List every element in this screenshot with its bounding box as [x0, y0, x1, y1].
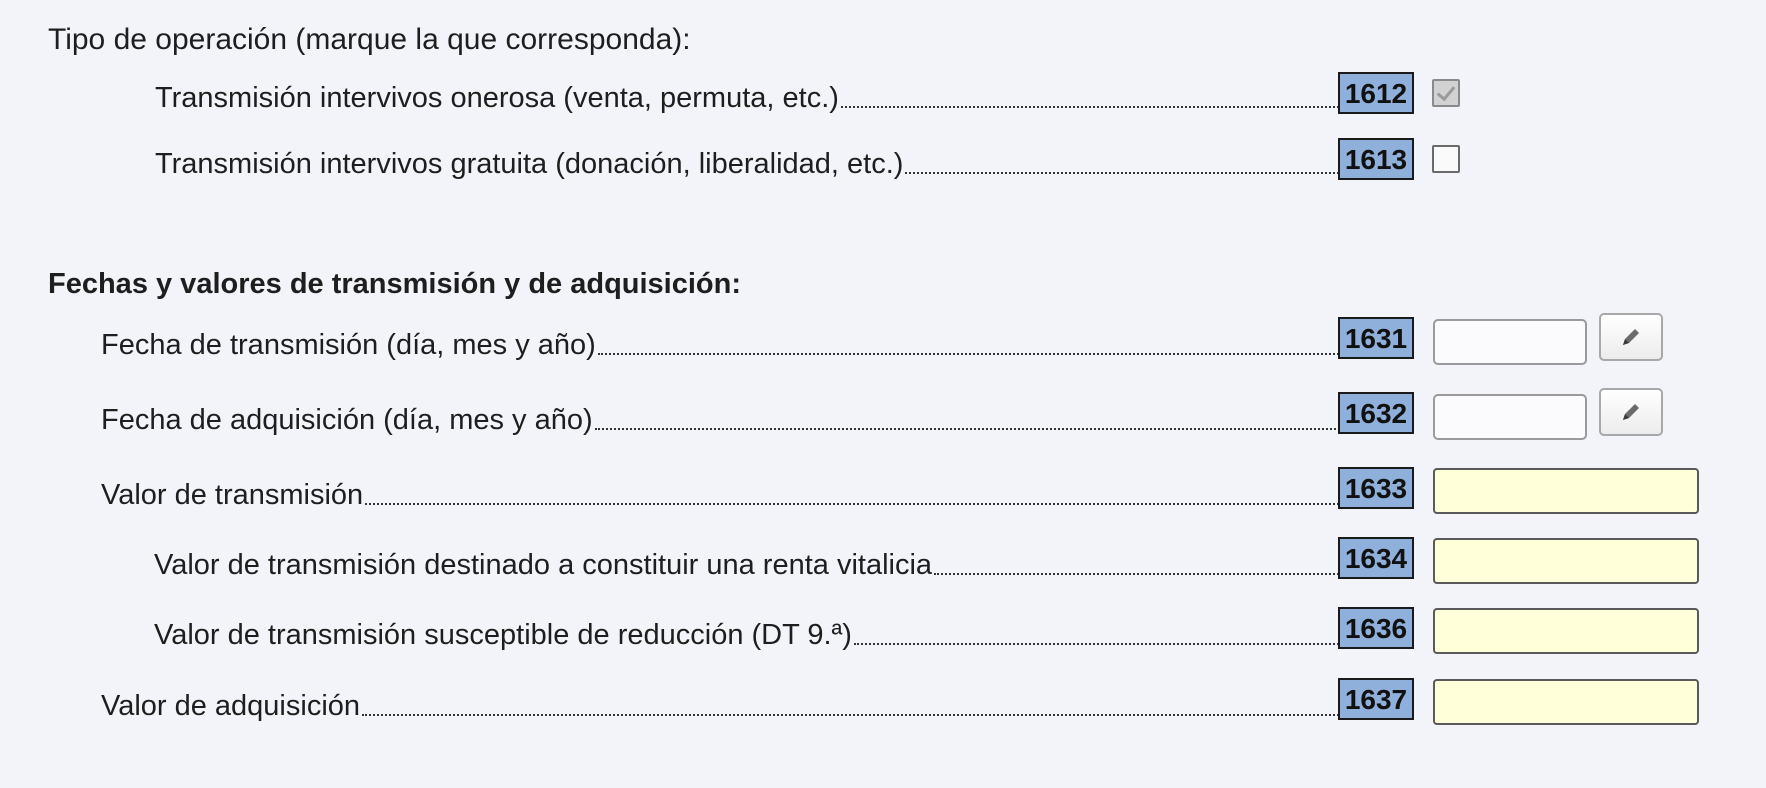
box-code-1632: 1632	[1338, 392, 1414, 434]
row-valor-adquisicion: Valor de adquisición 1637	[0, 678, 1766, 728]
label-valor-renta-vitalicia: Valor de transmisión destinado a constit…	[154, 549, 933, 581]
option-label-wrap: Transmisión intervivos gratuita (donació…	[155, 141, 1355, 181]
option-label-onerosa: Transmisión intervivos onerosa (venta, p…	[155, 82, 839, 114]
row-valor-reduccion: Valor de transmisión susceptible de redu…	[0, 607, 1766, 657]
dotted-leader	[362, 714, 1355, 716]
dotted-leader	[594, 428, 1355, 430]
label-wrap: Valor de transmisión	[101, 472, 1355, 512]
label-wrap: Fecha de transmisión (día, mes y año)	[101, 322, 1355, 362]
label-valor-adquisicion: Valor de adquisición	[101, 690, 361, 722]
box-code-1613: 1613	[1338, 138, 1414, 180]
valor-renta-vitalicia-input[interactable]	[1433, 538, 1699, 584]
checkbox-onerosa[interactable]	[1432, 79, 1460, 107]
dotted-leader	[853, 643, 1355, 645]
box-code-1631: 1631	[1338, 317, 1414, 359]
label-wrap: Valor de adquisición	[101, 683, 1355, 723]
label-wrap: Valor de transmisión susceptible de redu…	[154, 612, 1355, 652]
option-row-onerosa: Transmisión intervivos onerosa (venta, p…	[0, 70, 1766, 120]
label-fecha-transmision: Fecha de transmisión (día, mes y año)	[101, 329, 596, 361]
fecha-transmision-edit-button[interactable]	[1599, 313, 1663, 361]
pencil-icon	[1623, 404, 1639, 420]
operation-type-heading: Tipo de operación (marque la que corresp…	[48, 23, 691, 56]
option-row-gratuita: Transmisión intervivos gratuita (donació…	[0, 136, 1766, 186]
option-label-gratuita: Transmisión intervivos gratuita (donació…	[155, 148, 904, 180]
box-code-1612: 1612	[1338, 72, 1414, 114]
label-wrap: Fecha de adquisición (día, mes y año)	[101, 397, 1355, 437]
box-code-1634: 1634	[1338, 537, 1414, 579]
label-fecha-adquisicion: Fecha de adquisición (día, mes y año)	[101, 404, 593, 436]
row-valor-renta-vitalicia: Valor de transmisión destinado a constit…	[0, 537, 1766, 587]
dates-values-heading: Fechas y valores de transmisión y de adq…	[48, 268, 742, 300]
pencil-icon	[1623, 329, 1639, 345]
box-code-1637: 1637	[1338, 678, 1414, 720]
valor-adquisicion-input[interactable]	[1433, 679, 1699, 725]
box-code-1636: 1636	[1338, 607, 1414, 649]
label-wrap: Valor de transmisión destinado a constit…	[154, 542, 1355, 582]
option-label-wrap: Transmisión intervivos onerosa (venta, p…	[155, 75, 1355, 115]
row-fecha-transmision: Fecha de transmisión (día, mes y año) 16…	[0, 313, 1766, 367]
dotted-leader	[365, 503, 1355, 505]
checkbox-gratuita[interactable]	[1432, 145, 1460, 173]
label-valor-reduccion: Valor de transmisión susceptible de redu…	[154, 619, 852, 651]
dotted-leader	[934, 573, 1355, 575]
dotted-leader	[840, 106, 1355, 108]
fecha-adquisicion-edit-button[interactable]	[1599, 388, 1663, 436]
dotted-leader	[597, 353, 1355, 355]
row-valor-transmision: Valor de transmisión 1633	[0, 467, 1766, 517]
dotted-leader	[905, 172, 1355, 174]
fecha-transmision-input[interactable]	[1433, 319, 1587, 365]
valor-reduccion-input[interactable]	[1433, 608, 1699, 654]
valor-transmision-input[interactable]	[1433, 468, 1699, 514]
fecha-adquisicion-input[interactable]	[1433, 394, 1587, 440]
label-valor-transmision: Valor de transmisión	[101, 479, 364, 511]
row-fecha-adquisicion: Fecha de adquisición (día, mes y año) 16…	[0, 388, 1766, 442]
box-code-1633: 1633	[1338, 467, 1414, 509]
